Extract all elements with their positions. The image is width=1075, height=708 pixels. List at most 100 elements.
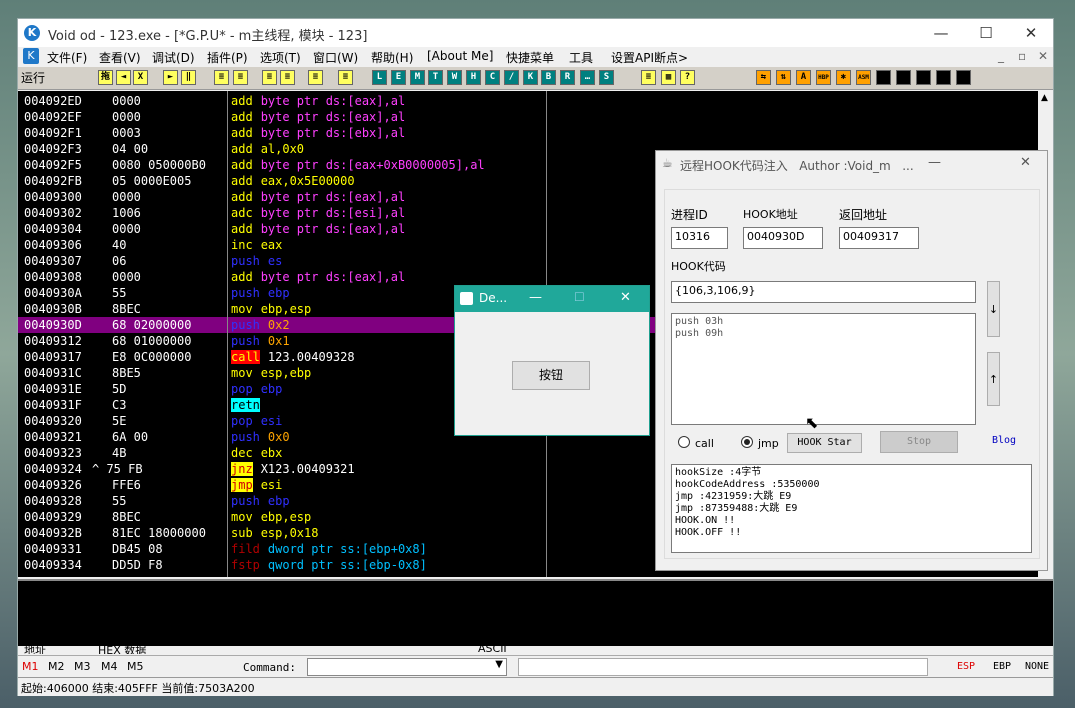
reg-esp[interactable]: ESP	[957, 661, 975, 672]
toolbar-button-icon[interactable]: ≡	[308, 70, 323, 85]
toolbar-button-icon[interactable]: ‖	[181, 70, 196, 85]
toolbar-button-icon[interactable]: 拖	[98, 70, 113, 85]
toolbar-blank-button[interactable]	[956, 70, 971, 85]
return-address-field[interactable]: 00409317	[839, 227, 919, 249]
dialog-minimize-button[interactable]: —	[529, 290, 542, 305]
toolbar-button-icon[interactable]: L	[372, 70, 387, 85]
toolbar-button-icon[interactable]: R	[560, 70, 575, 85]
toolbar-button-icon[interactable]: B	[541, 70, 556, 85]
toolbar-button-icon[interactable]: E	[391, 70, 406, 85]
radio-call[interactable]	[678, 436, 690, 448]
toolbar-button-icon[interactable]: ✱	[836, 70, 851, 85]
command-input[interactable]: ▼	[307, 658, 507, 676]
column-divider[interactable]	[227, 91, 228, 577]
toolbar-blank-button[interactable]	[876, 70, 891, 85]
toolbar-button-icon[interactable]: ?	[680, 70, 695, 85]
hook-address-field[interactable]: 0040930D	[743, 227, 823, 249]
menu-item[interactable]: 工具	[569, 49, 593, 66]
menu-item[interactable]: 帮助(H)	[371, 49, 413, 66]
toolbar-button-icon[interactable]: X	[133, 70, 148, 85]
chevron-down-icon[interactable]: ▼	[495, 659, 503, 670]
tab-m1[interactable]: M1	[22, 660, 39, 673]
toolbar-button-icon[interactable]: ⇆	[756, 70, 771, 85]
code-up-button[interactable]: ↑	[987, 352, 1000, 406]
mdi-minimize-icon[interactable]: _	[998, 49, 1004, 63]
toolbar-button-icon[interactable]: ≡	[262, 70, 277, 85]
scroll-up-icon[interactable]: ▲	[1041, 93, 1048, 103]
log-line: HOOK.OFF !!	[675, 527, 742, 538]
mdi-restore-icon[interactable]: ▫	[1018, 49, 1026, 63]
maximize-button[interactable]: ☐	[964, 21, 1008, 45]
toolbar-button-icon[interactable]: ≡	[280, 70, 295, 85]
menu-item[interactable]: 调试(D)	[152, 49, 195, 66]
minimize-button[interactable]: —	[919, 21, 963, 45]
disasm-address: 0040931F	[24, 398, 82, 412]
tab-m4[interactable]: M4	[101, 660, 118, 673]
toolbar-blank-button[interactable]	[936, 70, 951, 85]
hook-start-button[interactable]: HOOK Star	[787, 433, 862, 453]
dialog-maximize-button[interactable]: ☐	[574, 290, 585, 304]
toolbar-button-icon[interactable]: /	[504, 70, 519, 85]
disasm-operand: byte ptr ds:[ebx],al	[260, 126, 406, 140]
toolbar-button-icon[interactable]: ≡	[641, 70, 656, 85]
disasm-mnemonic: add	[231, 190, 253, 204]
disasm-instruction: retn	[231, 397, 268, 413]
menu-item[interactable]: 设置API断点>	[611, 49, 688, 66]
test-button[interactable]: 按钮	[512, 361, 590, 390]
toolbar-button-icon[interactable]: A	[796, 70, 811, 85]
toolbar-button-icon[interactable]: HBP	[816, 70, 831, 85]
hook-code-input[interactable]: {106,3,106,9}	[671, 281, 976, 303]
toolbar-button-icon[interactable]: ▦	[661, 70, 676, 85]
menu-item[interactable]: 查看(V)	[99, 49, 141, 66]
toolbar-button-icon[interactable]: M	[410, 70, 425, 85]
dialog-close-button[interactable]: ✕	[620, 290, 631, 305]
tab-m2[interactable]: M2	[48, 660, 65, 673]
hook-asm-editor[interactable]: push 03h push 09h	[671, 313, 976, 425]
pid-field[interactable]: 10316	[671, 227, 728, 249]
disasm-hex: 0000	[112, 270, 141, 284]
reg-none[interactable]: NONE	[1025, 661, 1049, 672]
menu-item[interactable]: 选项(T)	[260, 49, 301, 66]
menu-app-icon[interactable]: K	[23, 48, 39, 64]
toolbar-button-icon[interactable]: ASM	[856, 70, 871, 85]
reg-ebp[interactable]: EBP	[993, 661, 1011, 672]
toolbar-button-icon[interactable]: S	[599, 70, 614, 85]
disasm-row[interactable]: 004092F1 0003 add byte ptr ds:[ebx],al	[18, 125, 1038, 141]
toolbar-button-icon[interactable]: ≡	[214, 70, 229, 85]
toolbar-button-icon[interactable]: …	[580, 70, 595, 85]
toolbar-button-icon[interactable]: K	[523, 70, 538, 85]
disasm-row[interactable]: 004092EF 0000 add byte ptr ds:[eax],al	[18, 109, 1038, 125]
toolbar-blank-button[interactable]	[916, 70, 931, 85]
stop-button[interactable]: Stop	[880, 431, 958, 453]
menu-item[interactable]: 文件(F)	[47, 49, 87, 66]
toolbar-button-icon[interactable]: W	[447, 70, 462, 85]
window-title: Void od - 123.exe - [*G.P.U* - m主线程, 模块 …	[48, 29, 368, 44]
hook-minimize-button[interactable]: —	[928, 155, 941, 170]
toolbar-button-icon[interactable]: ►	[163, 70, 178, 85]
mdi-close-icon[interactable]: ✕	[1038, 49, 1048, 63]
disasm-row[interactable]: 004092ED 0000 add byte ptr ds:[eax],al	[18, 93, 1038, 109]
toolbar-button-icon[interactable]: ≡	[338, 70, 353, 85]
disasm-operand: 0x0	[267, 430, 290, 444]
tab-m3[interactable]: M3	[74, 660, 91, 673]
status-text: 起始:406000 结束:405FFF 当前值:7503A200	[21, 682, 255, 695]
blog-link[interactable]: Blog	[992, 435, 1016, 446]
hook-close-button[interactable]: ✕	[1020, 155, 1031, 170]
menu-item[interactable]: 插件(P)	[207, 49, 248, 66]
code-down-button[interactable]: ↓	[987, 281, 1000, 337]
menu-item[interactable]: 窗口(W)	[313, 49, 358, 66]
toolbar-blank-button[interactable]	[896, 70, 911, 85]
log-output[interactable]: hookSize :4字节 hookCodeAddress :5350000 jmp…	[671, 464, 1032, 553]
toolbar-button-icon[interactable]: ≡	[233, 70, 248, 85]
toolbar-button-icon[interactable]: ◄	[116, 70, 131, 85]
toolbar-button-icon[interactable]: C	[485, 70, 500, 85]
toolbar-button-icon[interactable]: H	[466, 70, 481, 85]
radio-jmp[interactable]	[741, 436, 753, 448]
disasm-operand: esi	[260, 478, 283, 492]
tab-m5[interactable]: M5	[127, 660, 144, 673]
toolbar-button-icon[interactable]: ⇅	[776, 70, 791, 85]
menu-item[interactable]: [About Me]	[427, 49, 493, 63]
close-button[interactable]: ✕	[1009, 21, 1053, 45]
menu-item[interactable]: 快捷菜单	[506, 49, 554, 66]
toolbar-button-icon[interactable]: T	[428, 70, 443, 85]
